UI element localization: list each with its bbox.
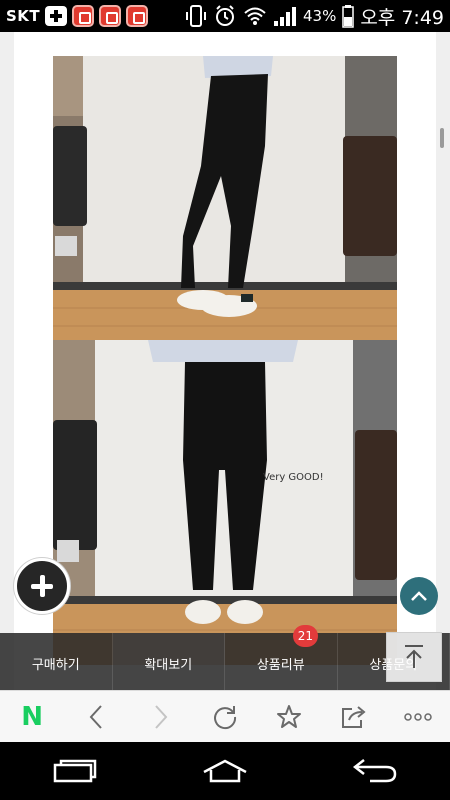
add-fab-button[interactable] xyxy=(14,558,70,614)
bookmark-star-icon xyxy=(277,704,302,728)
wifi-icon xyxy=(244,7,266,25)
scroll-up-button[interactable] xyxy=(400,577,438,615)
plus-icon xyxy=(45,6,68,26)
carrier-label: SKT xyxy=(6,7,41,25)
tab-label: 상품리뷰 xyxy=(256,658,305,673)
home-icon xyxy=(203,759,247,783)
clock: 오후 7:49 xyxy=(360,6,444,29)
back-button[interactable] xyxy=(74,695,118,739)
back-nav-button[interactable] xyxy=(340,749,410,793)
bookmark-button[interactable] xyxy=(267,695,311,739)
more-icon xyxy=(404,712,432,721)
recent-apps-icon xyxy=(53,759,97,783)
tab-zoom[interactable]: 확대보기 xyxy=(112,633,225,690)
product-photo-front[interactable]: Very GOOD! xyxy=(53,340,397,665)
arrow-up-icon xyxy=(405,645,423,668)
product-photo-side[interactable] xyxy=(53,56,397,340)
refresh-button[interactable] xyxy=(203,695,247,739)
back-arrow-icon xyxy=(352,759,397,783)
forward-icon xyxy=(154,704,168,729)
product-tab-bar: 구매하기 확대보기 21 상품리뷰 상품문의 xyxy=(0,625,450,690)
app-notification-icon xyxy=(126,5,149,27)
share-button[interactable] xyxy=(332,695,376,739)
refresh-icon xyxy=(214,705,236,729)
annotation-text: Very GOOD! xyxy=(263,472,324,483)
browser-toolbar: N xyxy=(0,690,450,742)
naver-home-button[interactable]: N xyxy=(10,695,54,739)
more-button[interactable] xyxy=(396,695,440,739)
recent-apps-button[interactable] xyxy=(40,749,110,793)
tab-label: 확대보기 xyxy=(144,658,193,673)
back-icon xyxy=(90,704,103,729)
status-bar: SKT 43% 오후 7:49 xyxy=(0,0,450,32)
battery-percent: 43% xyxy=(302,7,337,25)
status-bar-left: SKT xyxy=(0,5,149,27)
review-count-badge: 21 xyxy=(292,625,319,647)
alarm-icon xyxy=(215,5,234,26)
scrollbar-thumb[interactable] xyxy=(440,128,444,148)
share-icon xyxy=(341,705,366,728)
home-button[interactable] xyxy=(190,749,260,793)
signal-icon xyxy=(273,7,296,26)
system-nav-bar xyxy=(0,742,450,800)
tab-reviews[interactable]: 21 상품리뷰 xyxy=(225,625,338,690)
chevron-up-icon xyxy=(411,591,427,601)
app-notification-icon xyxy=(99,5,122,27)
forward-button[interactable] xyxy=(139,695,183,739)
vibrate-icon xyxy=(185,5,206,27)
tab-buy[interactable]: 구매하기 xyxy=(0,633,113,690)
battery-icon xyxy=(342,5,355,28)
tab-label: 구매하기 xyxy=(31,658,80,673)
status-bar-right: 43% 오후 7:49 xyxy=(185,0,444,32)
naver-logo: N xyxy=(21,701,44,732)
scroll-top-button[interactable] xyxy=(386,632,442,682)
app-notification-icon xyxy=(72,5,95,27)
